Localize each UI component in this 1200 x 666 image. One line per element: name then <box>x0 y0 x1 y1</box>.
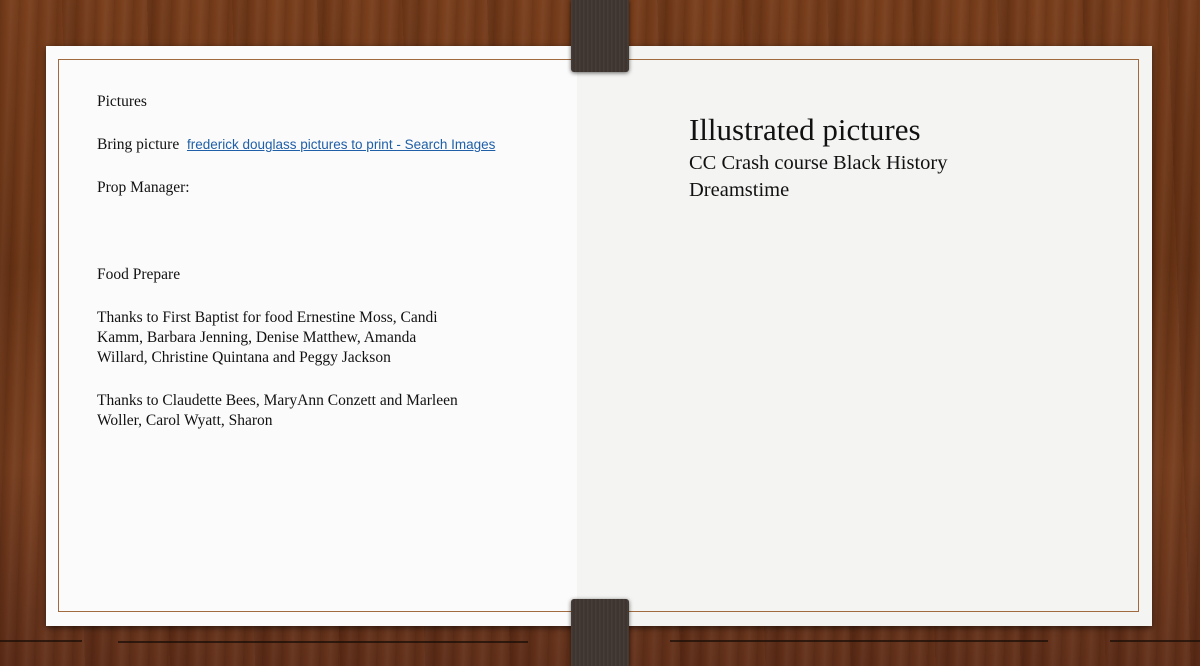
wood-seam <box>670 640 1048 642</box>
slide-content: Illustrated pictures CC Crash course Bla… <box>689 112 1109 204</box>
prop-manager-label: Prop Manager: <box>97 179 190 196</box>
bring-picture-label: Bring picture <box>97 136 180 153</box>
food-prepare-label: Food Prepare <box>97 266 181 283</box>
binder-clip-top <box>571 0 629 72</box>
frederick-douglass-search-link[interactable]: frederick douglass pictures to print - S… <box>187 137 495 152</box>
wood-seam <box>1110 640 1200 642</box>
embedded-document-text: Pictures Bring picture frederick douglas… <box>97 92 517 431</box>
wood-seam <box>118 641 528 643</box>
thanks-food-paragraph: Thanks to First Baptist for food Ernesti… <box>97 309 438 366</box>
binder-clip-bottom <box>571 599 629 666</box>
thanks-others-paragraph: Thanks to Claudette Bees, MaryAnn Conzet… <box>97 392 458 429</box>
slide-line-1: CC Crash course Black History <box>689 152 948 174</box>
slide-line-2: Dreamstime <box>689 179 790 201</box>
pictures-heading: Pictures <box>97 93 147 110</box>
bring-picture-paragraph: Bring picture frederick douglass picture… <box>97 135 517 155</box>
slide-title: Illustrated pictures <box>689 112 921 147</box>
wood-seam <box>0 640 82 642</box>
